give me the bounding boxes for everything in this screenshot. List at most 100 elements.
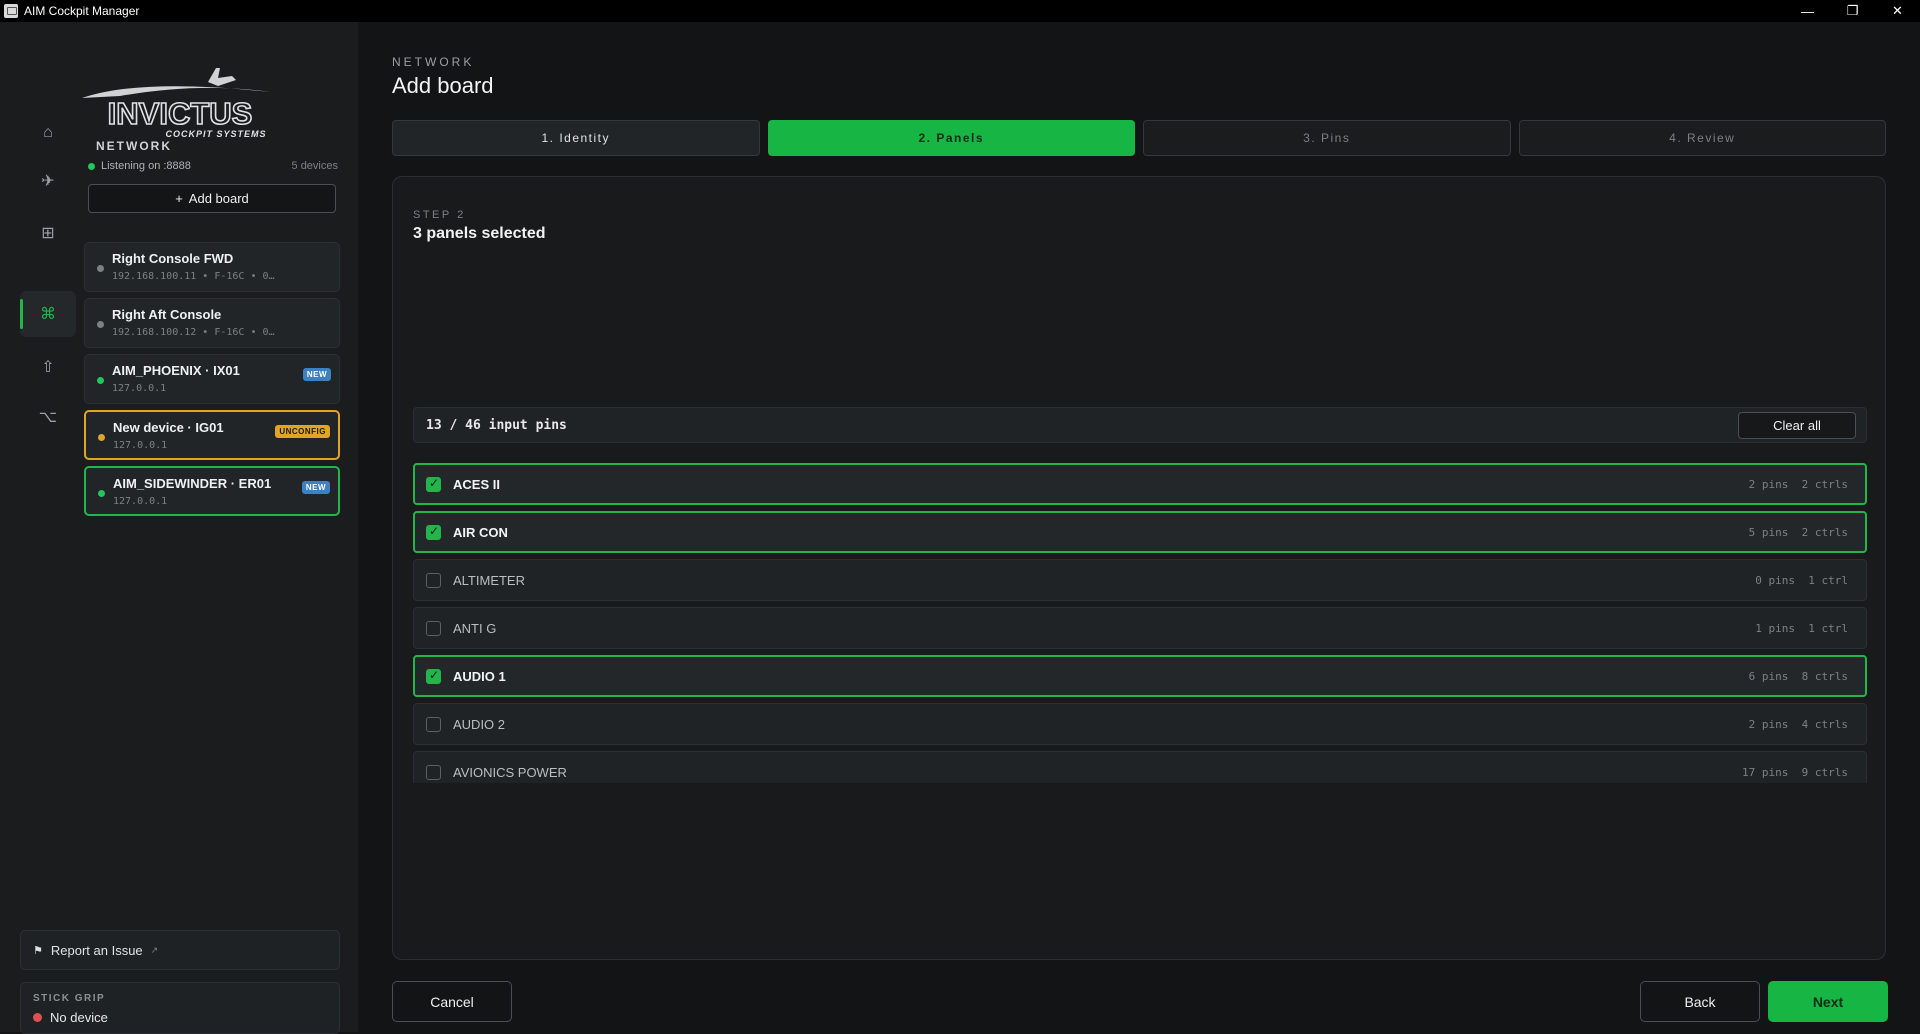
nav-branch[interactable]: ⌥ bbox=[20, 394, 76, 440]
device-address: 127.0.0.1 bbox=[112, 383, 167, 394]
nav-upload[interactable]: ⇧ bbox=[20, 344, 76, 390]
report-issue-label: Report an Issue bbox=[50, 942, 143, 958]
listening-dot bbox=[88, 162, 95, 170]
status-dot bbox=[97, 265, 104, 272]
external-link-icon: ↗ bbox=[150, 944, 159, 955]
checkbox[interactable] bbox=[426, 621, 441, 636]
status-dot bbox=[98, 490, 105, 497]
device-name: New device · IG01 bbox=[113, 420, 224, 435]
minimize-icon[interactable]: — bbox=[1785, 0, 1830, 22]
panel-row[interactable]: AUDIO 2 2 pins 4 ctrls bbox=[413, 703, 1867, 745]
breadcrumb: NETWORK bbox=[392, 55, 475, 69]
upload-icon: ⇧ bbox=[41, 359, 55, 376]
device-address: 127.0.0.1 bbox=[113, 440, 168, 451]
clear-all-button[interactable]: Clear all bbox=[1738, 412, 1856, 439]
panel-row[interactable]: ANTI G 1 pins 1 ctrl bbox=[413, 607, 1867, 649]
tab-step-1[interactable]: 1. Identity bbox=[392, 120, 760, 156]
status-badge: UNCONFIG bbox=[275, 425, 330, 438]
panel-row[interactable]: ALTIMETER 0 pins 1 ctrl bbox=[413, 559, 1867, 601]
step-label: STEP 2 bbox=[413, 209, 466, 221]
invictus-logo: INVICTUS COCKPIT SYSTEMS bbox=[82, 68, 270, 139]
panel-name: AVIONICS POWER bbox=[453, 765, 567, 780]
add-board-button[interactable]: + Add board bbox=[88, 184, 336, 213]
app-icon bbox=[4, 4, 18, 18]
plus-icon: + bbox=[175, 191, 183, 206]
status-dot bbox=[97, 321, 104, 328]
status-dot bbox=[97, 377, 104, 384]
device-card[interactable]: New device · IG01 127.0.0.1 UNCONFIG bbox=[84, 410, 340, 460]
panel-name: AIR CON bbox=[453, 525, 508, 540]
tab-step-4[interactable]: 4. Review bbox=[1518, 120, 1886, 156]
close-icon[interactable]: ✕ bbox=[1875, 0, 1920, 22]
panel-name: AUDIO 1 bbox=[453, 669, 506, 684]
tab-step-3[interactable]: 3. Pins bbox=[1143, 120, 1511, 156]
checkbox[interactable] bbox=[426, 765, 441, 780]
device-address: 192.168.100.12 • F-16C • 0… bbox=[112, 327, 275, 338]
add-board-label: Add board bbox=[188, 191, 249, 206]
flag-icon: ⚑ bbox=[33, 944, 43, 957]
device-count: 5 devices bbox=[291, 160, 338, 172]
panel-row[interactable]: AUDIO 1 6 pins 8 ctrls bbox=[413, 655, 1867, 697]
panel-name: ANTI G bbox=[453, 621, 497, 636]
device-name: Right Aft Console bbox=[112, 307, 222, 322]
device-card[interactable]: Right Aft Console 192.168.100.12 • F-16C … bbox=[84, 298, 340, 348]
device-address: 127.0.0.1 bbox=[113, 496, 168, 507]
status-badge: NEW bbox=[302, 368, 331, 381]
restore-icon[interactable]: ❐ bbox=[1830, 0, 1875, 22]
panel-pin-count: 2 pins 2 ctrls bbox=[1748, 478, 1848, 491]
window-controls: — ❐ ✕ bbox=[1785, 0, 1920, 22]
panel-row[interactable]: AIR CON 5 pins 2 ctrls bbox=[413, 511, 1867, 553]
sidebar: ⌂ ✈ ⊞ ⌘ ⇧ ⌥ INVICTUS COCKPIT SYSTEMS NET… bbox=[0, 22, 358, 1034]
back-button[interactable]: Back bbox=[1640, 981, 1760, 1022]
page-title: Add board bbox=[392, 73, 494, 98]
device-card[interactable]: AIM_PHOENIX · IX01 127.0.0.1 NEW bbox=[84, 354, 340, 404]
wizard-steps: 1. Identity 2. Panels 3. Pins 4. Review bbox=[392, 120, 1886, 156]
panel-name: ACES II bbox=[453, 477, 500, 492]
stick-grip-text: No device bbox=[50, 1010, 108, 1025]
tab-step-2[interactable]: 2. Panels bbox=[767, 120, 1135, 156]
listening-text: Listening on :8888 bbox=[101, 160, 191, 172]
panel-row[interactable]: AVIONICS POWER 17 pins 9 ctrls bbox=[413, 751, 1867, 783]
pins-summary-bar: 13 / 46 input pins Clear all bbox=[413, 407, 1867, 443]
report-issue-button[interactable]: ⚑ Report an Issue ↗ bbox=[20, 930, 340, 970]
nav-aircraft[interactable]: ✈ bbox=[20, 158, 76, 204]
nav-panels[interactable]: ⊞ bbox=[20, 210, 76, 256]
plane-icon: ✈ bbox=[41, 173, 55, 190]
panel-name: ALTIMETER bbox=[453, 573, 525, 588]
device-card[interactable]: AIM_SIDEWINDER · ER01 127.0.0.1 NEW bbox=[84, 466, 340, 516]
panel-pin-count: 1 pins 1 ctrl bbox=[1755, 622, 1848, 635]
window-title: AIM Cockpit Manager bbox=[24, 4, 140, 18]
panel-pin-count: 17 pins 9 ctrls bbox=[1742, 766, 1848, 779]
cancel-button[interactable]: Cancel bbox=[392, 981, 512, 1022]
panel-pin-count: 6 pins 8 ctrls bbox=[1748, 670, 1848, 683]
status-badge: NEW bbox=[301, 481, 330, 494]
checkbox-checked[interactable] bbox=[426, 476, 441, 492]
nav-home[interactable]: ⌂ bbox=[20, 110, 76, 156]
device-name: Right Console FWD bbox=[112, 251, 234, 266]
panel-row[interactable]: ACES II 2 pins 2 ctrls bbox=[413, 463, 1867, 505]
panel-name: AUDIO 2 bbox=[453, 717, 506, 732]
network-heading: NETWORK bbox=[96, 139, 172, 153]
next-button[interactable]: Next bbox=[1768, 981, 1888, 1022]
listening-status: Listening on :8888 5 devices bbox=[88, 160, 338, 172]
title-bar: AIM Cockpit Manager — ❐ ✕ bbox=[0, 0, 1920, 22]
device-name: AIM_SIDEWINDER · ER01 bbox=[113, 476, 272, 491]
panel-pin-count: 2 pins 4 ctrls bbox=[1748, 718, 1848, 731]
checkbox[interactable] bbox=[426, 573, 441, 588]
status-dot bbox=[98, 434, 105, 441]
nav-network[interactable]: ⌘ bbox=[20, 291, 76, 337]
device-card[interactable]: Right Console FWD 192.168.100.11 • F-16C … bbox=[84, 242, 340, 292]
pins-summary: 13 / 46 input pins bbox=[426, 418, 567, 433]
nav-rail: ⌂ ✈ ⊞ ⌘ ⇧ ⌥ bbox=[0, 22, 80, 1032]
main-content: NETWORK Add board 1. Identity 2. Panels 3.… bbox=[358, 22, 1920, 1032]
checkbox-checked[interactable] bbox=[426, 668, 441, 684]
device-name: AIM_PHOENIX · IX01 bbox=[112, 363, 240, 378]
network-icon: ⌘ bbox=[40, 306, 56, 323]
panel-pin-count: 0 pins 1 ctrl bbox=[1755, 574, 1848, 587]
checkbox[interactable] bbox=[426, 717, 441, 732]
home-icon: ⌂ bbox=[43, 124, 53, 141]
logo-brand: INVICTUS bbox=[108, 96, 253, 131]
checkbox-checked[interactable] bbox=[426, 524, 441, 540]
panels-card: STEP 2 3 panels selected 13 / 46 input p… bbox=[392, 176, 1886, 960]
step-title: 3 panels selected bbox=[413, 225, 546, 242]
